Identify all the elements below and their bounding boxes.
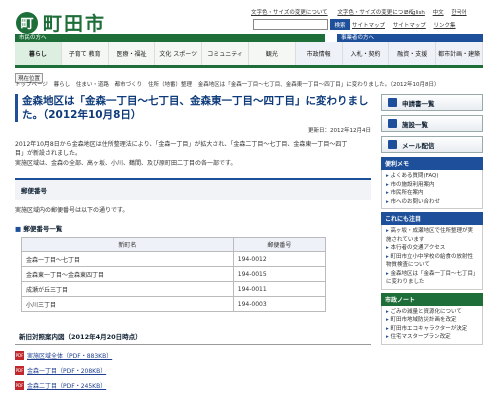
section-heading-map: 新旧対照案内図（2012年4月20日時点） (15, 328, 371, 345)
table-cell: 194-0012 (232, 251, 327, 267)
language-links: English 中文 한국어 (405, 8, 473, 16)
pdf-link[interactable]: 金森二丁目（PDF・245KB） (27, 381, 106, 390)
sidebar-link[interactable]: 市へのお問い合わせ (386, 198, 478, 207)
sidebar-box-title: 市政ノート (381, 292, 483, 306)
sidebar-link[interactable]: 市の施設利用案内 (386, 181, 478, 190)
pdf-link-row: PDF 実施区域全体（PDF・883KB） (15, 351, 371, 360)
mail-delivery-button[interactable]: メール配信 (381, 136, 483, 153)
citizen-bar: 市民の方へ (15, 34, 325, 42)
sidebar-link[interactable]: よくある質問(FAQ) (386, 172, 478, 181)
lang-link-korean[interactable]: 한국어 (451, 10, 466, 16)
building-icon (388, 119, 397, 128)
table-cell: 194-0015 (232, 266, 327, 282)
sidebar-link[interactable]: 金森地区は「金森一丁目～七丁目」に変わりました (386, 270, 478, 287)
util-link[interactable]: リンク集 (434, 23, 456, 29)
nav-item-welfare[interactable]: 医療・福祉 (108, 42, 156, 65)
breadcrumb-link[interactable]: 住まい・道路 (76, 82, 109, 88)
sidebar-box-title: これにも注目 (381, 212, 483, 225)
top-link[interactable]: 文字色・サイズの変更について (251, 10, 328, 16)
sidebar-link[interactable]: 高ヶ坂・成瀬地区で住所整理が実施されています (386, 227, 478, 244)
pdf-icon: PDF (15, 381, 24, 390)
sidebar-link[interactable]: 市民所在案内 (386, 189, 478, 198)
pdf-icon: PDF (15, 351, 24, 360)
nav-item-city-info[interactable]: 市政情報 (295, 42, 343, 65)
sidebar-link[interactable]: 町田市立小中学校の給食の放射性物質検査について (386, 253, 478, 270)
breadcrumb: トップページ 暮らし 住まい・道路 都市づくり 住所（地番）整理 金森地区は「金… (15, 80, 485, 88)
sidebar-list: 高ヶ坂・成瀬地区で住所整理が実施されています 本行者の交通アクセス 町田市立小中… (381, 225, 483, 290)
nav-item-childcare[interactable]: 子育て 教育 (61, 42, 109, 65)
postal-text: 実施区域内の郵便番号は以下の通りです。 (15, 207, 129, 214)
column-header: 郵便番号 (232, 237, 327, 252)
sidebar-button-label: 申請書一覧 (402, 99, 435, 108)
table-cell: 194-0003 (232, 296, 327, 312)
table-cell: 金森一丁目～七丁目 (21, 251, 234, 267)
sidebar-list: よくある質問(FAQ) 市の施設利用案内 市民所在案内 市へのお問い合わせ (381, 170, 483, 209)
search-input[interactable] (253, 19, 328, 30)
nav-item-culture[interactable]: 文化 スポーツ (155, 42, 203, 65)
top-links: 文字色・サイズの変更について 文字色・サイズの変更について (251, 8, 422, 16)
breadcrumb-link[interactable]: 都市づくり (115, 82, 143, 88)
mail-icon (388, 140, 397, 149)
utility-links: サイトマップ サイトマップ リンク集 (352, 21, 462, 29)
updated-date: 更新日：2012年12月4日 (308, 128, 371, 134)
pdf-link-row: PDF 金森二丁目（PDF・245KB） (15, 381, 371, 390)
facilities-button[interactable]: 施設一覧 (381, 115, 483, 132)
table-header-row: 新町名 郵便番号 (21, 237, 327, 252)
scope-paragraph: 実施区域は、金森の全部、高ヶ坂、小川、鶴間、及び原町田二丁目の各一部です。 (15, 160, 237, 167)
top-link[interactable]: 文字色・サイズの変更について (337, 10, 414, 16)
pdf-link[interactable]: 金森一丁目（PDF・208KB） (27, 366, 106, 375)
site-logo[interactable]: 町 町田市 (16, 9, 106, 36)
search-button[interactable]: 検索 (330, 19, 350, 30)
table-row: 金森東一丁目～金森東四丁目 194-0015 (21, 266, 327, 282)
breadcrumb-current: 金森地区は「金森一丁目～七丁目、金森東一丁目～四丁目」に変わりました。（2012… (197, 82, 440, 88)
sidebar-link[interactable]: 町田市エコキャラクターが決定 (386, 325, 478, 334)
nav-item-planning[interactable]: 都市計画・建築 (436, 42, 483, 65)
sidebar-button-label: 施設一覧 (402, 120, 428, 129)
global-nav: 暮らし 子育て 教育 医療・福祉 文化 スポーツ コミュニティ 観光 市政情報 … (15, 42, 483, 68)
site-search: 検索 (253, 19, 350, 30)
sidebar-link[interactable]: ごみの減量と資源化について (386, 308, 478, 317)
sidebar-button-label: メール配信 (402, 141, 435, 150)
pdf-icon: PDF (15, 366, 24, 375)
city-emblem-icon: 町 (16, 11, 38, 34)
column-header: 新町名 (21, 237, 234, 252)
util-link[interactable]: サイトマップ (393, 23, 426, 29)
postal-table: 新町名 郵便番号 金森一丁目～七丁目 194-0012 金森東一丁目～金森東四丁… (21, 237, 327, 312)
table-cell: 成瀬が丘三丁目 (21, 281, 234, 297)
sidebar-link[interactable]: 町田市地域防災計画を改定 (386, 316, 478, 325)
nav-item-living[interactable]: 暮らし (15, 42, 62, 65)
nav-item-bidding[interactable]: 入札・契約 (342, 42, 390, 65)
applications-button[interactable]: 申請書一覧 (381, 94, 483, 111)
nav-item-loan[interactable]: 融資・支援 (389, 42, 437, 65)
table-cell: 小川三丁目 (21, 296, 234, 312)
util-link[interactable]: サイトマップ (352, 23, 385, 29)
breadcrumb-link[interactable]: 住所（地番）整理 (148, 82, 192, 88)
site-name: 町田市 (43, 13, 107, 35)
sidebar-link[interactable]: 本行者の交通アクセス (386, 244, 478, 253)
table-cell: 194-0011 (232, 281, 327, 297)
sidebar-list: ごみの減量と資源化について 町田市地域防災計画を改定 町田市エコキャラクターが決… (381, 305, 483, 345)
table-cell: 金森東一丁目～金森東四丁目 (21, 266, 234, 282)
lang-link-english[interactable]: English (405, 10, 425, 16)
page-title: 金森地区は「金森一丁目～七丁目、金森東一丁目～四丁目」に変わりました。（2012… (15, 94, 371, 122)
breadcrumb-link[interactable]: トップページ (15, 82, 48, 88)
sidebar-link[interactable]: 住宅マスタープラン改定 (386, 333, 478, 342)
pdf-link-row: PDF 金森一丁目（PDF・208KB） (15, 366, 371, 375)
breadcrumb-link[interactable]: 暮らし (54, 82, 71, 88)
intro-paragraph: 2012年10月8日から金森地区は住所整理法により、「金森一丁目」が拡大され、「… (15, 141, 348, 157)
section-heading-postal: 郵便番号 (15, 178, 371, 200)
table-row: 金森一丁目～七丁目 194-0012 (21, 251, 327, 267)
nav-item-tourism[interactable]: 観光 (248, 42, 296, 65)
business-bar: 事業者の方へ (337, 34, 483, 42)
main-content: 金森地区は「金森一丁目～七丁目、金森東一丁目～四丁目」に変わりました。（2012… (15, 94, 371, 390)
table-row: 小川三丁目 194-0003 (21, 296, 327, 312)
pdf-link[interactable]: 実施区域全体（PDF・883KB） (27, 351, 112, 360)
table-heading: 郵便番号一覧 (15, 223, 371, 233)
nav-item-community[interactable]: コミュニティ (202, 42, 249, 65)
sidebar-box-title: 便利メモ (381, 157, 483, 170)
table-row: 成瀬が丘三丁目 194-0011 (21, 281, 327, 297)
sidebar: 申請書一覧 施設一覧 メール配信 便利メモ よくある質問(FAQ) 市の施設利用… (381, 94, 483, 345)
lang-link-chinese[interactable]: 中文 (433, 10, 444, 16)
document-icon (388, 98, 397, 107)
